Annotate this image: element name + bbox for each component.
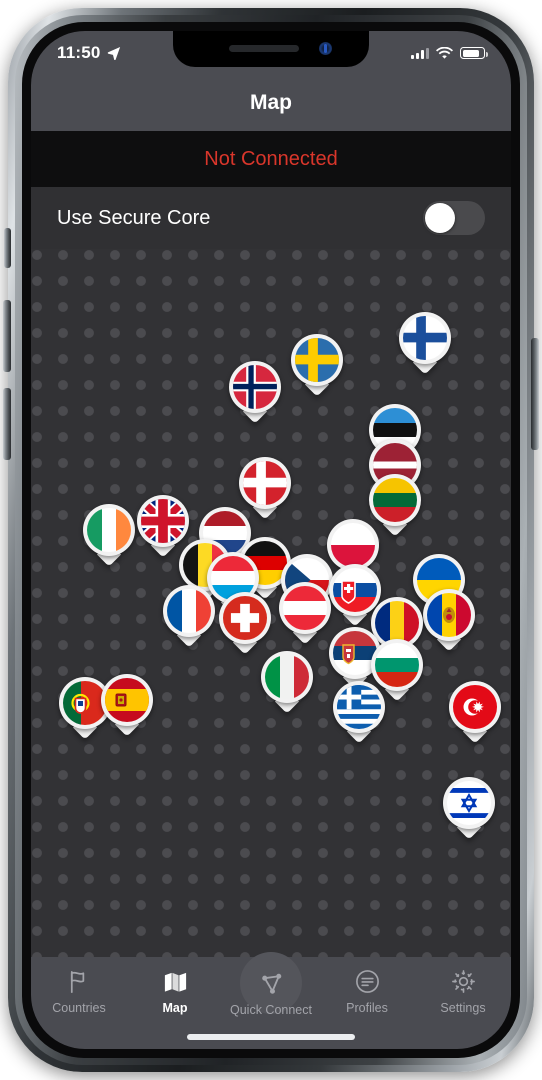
flag-icon-gr <box>337 685 381 729</box>
battery-icon <box>460 47 488 59</box>
flag-icon-no <box>233 365 277 409</box>
tab-label: Countries <box>52 1001 106 1015</box>
tab-icon <box>354 966 381 996</box>
status-time: 11:50 <box>57 43 101 62</box>
gear-icon <box>451 969 475 993</box>
map-pin-israel[interactable] <box>443 777 495 840</box>
map-pin-spain[interactable] <box>101 674 153 737</box>
flag-icon-ch <box>223 596 267 640</box>
flag-icon-se <box>295 338 339 382</box>
tab-profiles[interactable]: Profiles <box>319 966 415 1015</box>
front-camera-icon <box>319 42 332 55</box>
map-pin-sweden[interactable] <box>291 334 343 397</box>
map-pin-turkey[interactable] <box>449 681 501 744</box>
flag-icon-tr <box>453 685 497 729</box>
map-icon <box>164 972 186 992</box>
flag-icon-lt <box>373 478 417 522</box>
tab-quick-connect[interactable]: Quick Connect <box>223 952 319 1017</box>
flag-icon-es <box>105 678 149 722</box>
flag-icon-fr <box>167 589 211 633</box>
silent-switch-button[interactable] <box>4 228 11 268</box>
cellular-signal-icon <box>411 47 429 59</box>
map-pin-norway[interactable] <box>229 361 281 424</box>
secure-core-toggle[interactable] <box>423 201 485 235</box>
tab-label: Quick Connect <box>230 1003 312 1017</box>
flag-icon-il <box>447 781 491 825</box>
volume-up-button[interactable] <box>3 300 11 372</box>
tab-countries[interactable]: Countries <box>31 966 127 1015</box>
tab-icon <box>66 966 93 996</box>
connection-status-banner: Not Connected <box>31 131 511 187</box>
flag-icon-pl <box>331 523 375 567</box>
flag-icon <box>70 970 84 993</box>
map-pin-switzerland[interactable] <box>219 592 271 655</box>
profiles-icon <box>355 969 379 993</box>
earpiece-speaker-icon <box>229 45 299 52</box>
home-indicator[interactable] <box>187 1034 355 1040</box>
screenshot-root: 11:50 Map Not Connected Use Secure Core … <box>0 0 542 1080</box>
map-pin-austria[interactable] <box>279 582 331 645</box>
secure-core-label: Use Secure Core <box>57 206 211 229</box>
power-button[interactable] <box>531 338 539 450</box>
secure-core-toggle-knob <box>425 203 455 233</box>
status-bar-right <box>411 46 488 60</box>
flag-icon-dk <box>243 461 287 505</box>
page-title: Map <box>250 91 292 114</box>
tab-map[interactable]: Map <box>127 966 223 1015</box>
tab-label: Map <box>162 1001 188 1015</box>
wifi-icon <box>436 46 453 59</box>
location-arrow-icon <box>107 47 120 60</box>
flag-icon-gb <box>141 499 185 543</box>
flag-icon-md <box>427 593 471 637</box>
map-pin-ireland[interactable] <box>83 504 135 567</box>
map-pin-italy[interactable] <box>261 651 313 714</box>
quick-connect-icon <box>261 973 281 994</box>
flag-icon-fi <box>403 316 447 360</box>
map-pin-france[interactable] <box>163 585 215 648</box>
flag-icon-at <box>283 586 327 630</box>
tab-icon <box>162 966 189 996</box>
tab-label: Profiles <box>346 1001 388 1015</box>
tab-label: Settings <box>440 1001 486 1015</box>
status-bar-left: 11:50 <box>57 43 121 63</box>
map-pin-finland[interactable] <box>399 312 451 375</box>
map-canvas[interactable] <box>31 249 511 957</box>
tab-settings[interactable]: Settings <box>415 966 511 1015</box>
flag-icon-ie <box>87 508 131 552</box>
secure-core-row[interactable]: Use Secure Core <box>31 187 511 249</box>
connection-status-text: Not Connected <box>204 147 338 170</box>
navigation-bar: Map <box>31 75 511 131</box>
phone-screen: 11:50 Map Not Connected Use Secure Core … <box>31 31 511 1049</box>
tab-icon <box>450 966 477 996</box>
notch <box>173 31 369 67</box>
volume-down-button[interactable] <box>3 388 11 460</box>
map-pin-moldova[interactable] <box>423 589 475 652</box>
flag-icon-it <box>265 655 309 699</box>
map-pin-greece[interactable] <box>333 681 385 744</box>
